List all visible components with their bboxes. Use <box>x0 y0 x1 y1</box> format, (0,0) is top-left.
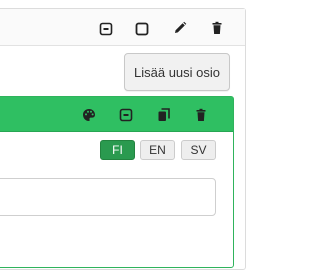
outer-panel-header <box>0 9 245 46</box>
language-en-button[interactable]: EN <box>140 140 175 160</box>
edit-icon[interactable] <box>173 21 187 35</box>
section-text-input[interactable] <box>0 178 216 216</box>
delete-icon[interactable] <box>210 21 224 35</box>
language-sv-button[interactable]: SV <box>181 140 216 160</box>
expand-icon[interactable] <box>135 22 149 36</box>
palette-icon[interactable] <box>82 108 96 122</box>
section-delete-icon[interactable] <box>194 108 208 122</box>
section-panel-header <box>0 97 233 132</box>
language-fi-button[interactable]: FI <box>100 140 135 160</box>
collapse-icon[interactable] <box>99 22 113 36</box>
section-collapse-icon[interactable] <box>119 108 133 122</box>
copy-icon[interactable] <box>157 108 171 122</box>
add-section-button[interactable]: Lisää uusi osio <box>124 53 230 91</box>
